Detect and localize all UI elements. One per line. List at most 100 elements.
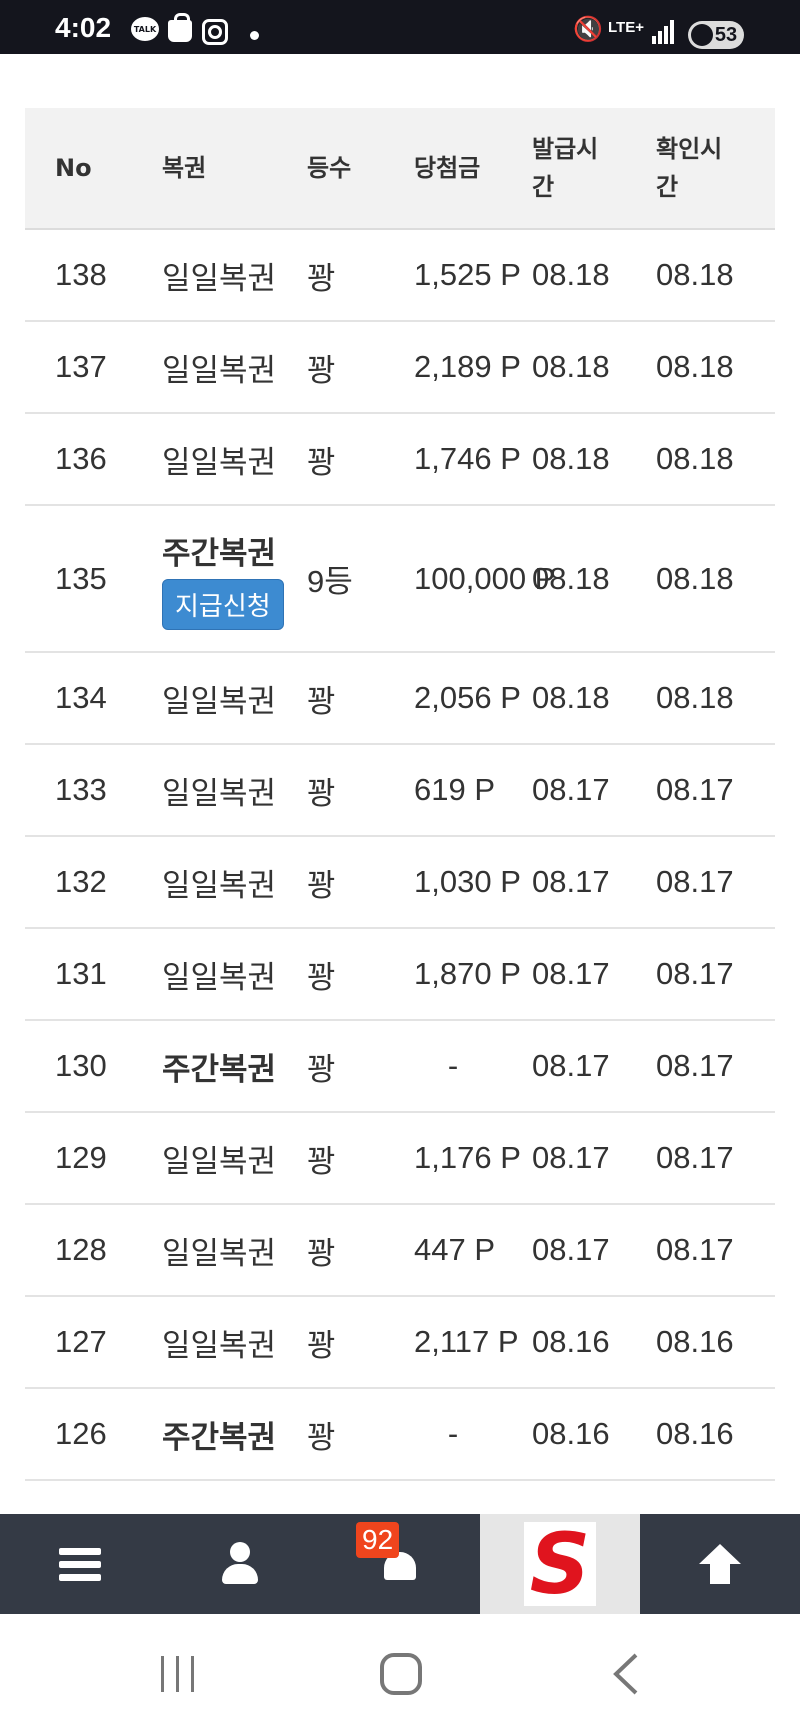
system-nav-bar xyxy=(0,1614,800,1734)
rank: 꽝 xyxy=(307,321,414,414)
lottery-type: 주간복권 xyxy=(162,1051,277,1087)
arrow-up-icon xyxy=(699,1544,741,1584)
status-time: 4:02 xyxy=(55,12,112,43)
checked-date: 08.17 xyxy=(656,1112,775,1205)
lottery-type: 주간복권 xyxy=(162,535,277,571)
issued-date: 08.17 xyxy=(532,1204,656,1297)
rank: 꽝 xyxy=(307,1296,414,1389)
issued-date: 08.18 xyxy=(532,229,656,322)
rank: 꽝 xyxy=(307,744,414,837)
lottery-type-cell: 주간복권지급신청 xyxy=(162,505,307,653)
table-row: 136 일일복권 꽝 1,746 P 08.18 08.18 xyxy=(25,413,775,506)
checked-date: 08.17 xyxy=(656,1204,775,1297)
checked-date: 08.18 xyxy=(656,321,775,414)
home-button[interactable] xyxy=(341,1614,461,1734)
checked-date: 08.18 xyxy=(656,413,775,506)
menu-button[interactable] xyxy=(0,1514,160,1614)
battery-indicator: 53 xyxy=(688,21,744,49)
scroll-top-button[interactable] xyxy=(640,1514,800,1614)
lottery-type-cell: 일일복권 xyxy=(162,321,307,414)
lottery-type: 일일복권 xyxy=(162,260,277,296)
prize-amount: 447 P xyxy=(414,1204,532,1297)
lottery-table-container: No 복권 등수 당첨금 발급시간 확인시간 138 일일복권 꽝 1,525 P 08… xyxy=(25,108,775,1481)
rank: 꽝 xyxy=(307,1020,414,1113)
issued-date: 08.16 xyxy=(532,1388,656,1481)
notification-badge: 92 xyxy=(356,1522,400,1558)
shopping-bag-icon xyxy=(168,13,192,42)
site-logo-button[interactable]: S xyxy=(480,1514,640,1614)
header-prize: 당첨금 xyxy=(414,108,532,230)
rank: 꽝 xyxy=(307,413,414,506)
issued-date: 08.18 xyxy=(532,413,656,506)
lottery-type: 일일복권 xyxy=(162,444,277,480)
row-number: 135 xyxy=(25,505,162,653)
prize-amount: 2,056 P xyxy=(414,652,532,745)
table-row: 127 일일복권 꽝 2,117 P 08.16 08.16 xyxy=(25,1296,775,1389)
prize-amount: 2,189 P xyxy=(414,321,532,414)
prize-amount: 100,000 P xyxy=(414,505,555,653)
issued-date: 08.18 xyxy=(532,505,656,653)
prize-amount: - xyxy=(414,1020,532,1113)
table-row: 138 일일복권 꽝 1,525 P 08.18 08.18 xyxy=(25,229,775,322)
row-number: 136 xyxy=(25,413,162,506)
header-issued: 발급시간 xyxy=(532,108,656,230)
status-bar: 4:02 TALK 🔇 LTE+ 53 xyxy=(0,0,800,54)
prize-amount: 1,870 P xyxy=(414,928,532,1021)
row-number: 132 xyxy=(25,836,162,929)
prize-amount: - xyxy=(414,1388,532,1481)
table-row: 137 일일복권 꽝 2,189 P 08.18 08.18 xyxy=(25,321,775,414)
prize-amount: 1,525 P xyxy=(414,229,532,322)
rank: 꽝 xyxy=(307,1112,414,1205)
checked-date: 08.16 xyxy=(656,1296,775,1389)
lottery-table: No 복권 등수 당첨금 발급시간 확인시간 138 일일복권 꽝 1,525 P 08… xyxy=(25,108,775,1481)
issued-date: 08.17 xyxy=(532,836,656,929)
profile-button[interactable] xyxy=(160,1514,320,1614)
rank: 꽝 xyxy=(307,652,414,745)
lottery-type-cell: 일일복권 xyxy=(162,652,307,745)
site-logo: S xyxy=(524,1522,596,1606)
notifications-button[interactable]: 92 xyxy=(320,1514,480,1614)
recent-apps-icon xyxy=(161,1656,194,1692)
row-number: 137 xyxy=(25,321,162,414)
issued-date: 08.17 xyxy=(532,928,656,1021)
table-row: 126 주간복권 꽝 -08.16 08.16 xyxy=(25,1388,775,1481)
prize-amount: 619 P xyxy=(414,744,532,837)
table-row: 133 일일복권 꽝 619 P 08.17 08.17 xyxy=(25,744,775,837)
header-lottery: 복권 xyxy=(162,108,307,230)
table-row: 129 일일복권 꽝 1,176 P 08.17 08.17 xyxy=(25,1112,775,1205)
rank: 꽝 xyxy=(307,229,414,322)
header-checked: 확인시간 xyxy=(656,108,775,230)
recent-apps-button[interactable] xyxy=(118,1614,238,1734)
table-row: 128 일일복권 꽝 447 P 08.17 08.17 xyxy=(25,1204,775,1297)
issued-date: 08.17 xyxy=(532,1020,656,1113)
bell-icon: 92 xyxy=(356,1522,420,1584)
prize-amount: 1,746 P xyxy=(414,413,532,506)
lottery-type: 일일복권 xyxy=(162,959,277,995)
rank: 9등 xyxy=(307,505,414,653)
issued-date: 08.16 xyxy=(532,1296,656,1389)
mute-icon: 🔇 xyxy=(573,15,603,43)
row-number: 134 xyxy=(25,652,162,745)
lottery-type-cell: 일일복권 xyxy=(162,1296,307,1389)
lottery-type-cell: 일일복권 xyxy=(162,744,307,837)
issued-date: 08.18 xyxy=(532,321,656,414)
row-number: 130 xyxy=(25,1020,162,1113)
back-button[interactable] xyxy=(565,1614,685,1734)
checked-date: 08.17 xyxy=(656,928,775,1021)
checked-date: 08.17 xyxy=(656,836,775,929)
issued-date: 08.17 xyxy=(532,744,656,837)
row-number: 133 xyxy=(25,744,162,837)
lottery-type: 일일복권 xyxy=(162,352,277,388)
battery-saver-icon xyxy=(691,24,713,46)
claim-payout-button[interactable]: 지급신청 xyxy=(162,578,284,630)
lottery-type-cell: 일일복권 xyxy=(162,413,307,506)
rank: 꽝 xyxy=(307,928,414,1021)
checked-date: 08.17 xyxy=(656,744,775,837)
checked-date: 08.18 xyxy=(656,652,775,745)
row-number: 128 xyxy=(25,1204,162,1297)
back-icon xyxy=(613,1653,638,1695)
kakaotalk-icon: TALK xyxy=(131,17,159,41)
row-number: 131 xyxy=(25,928,162,1021)
issued-date: 08.18 xyxy=(532,652,656,745)
menu-icon xyxy=(59,1542,101,1587)
